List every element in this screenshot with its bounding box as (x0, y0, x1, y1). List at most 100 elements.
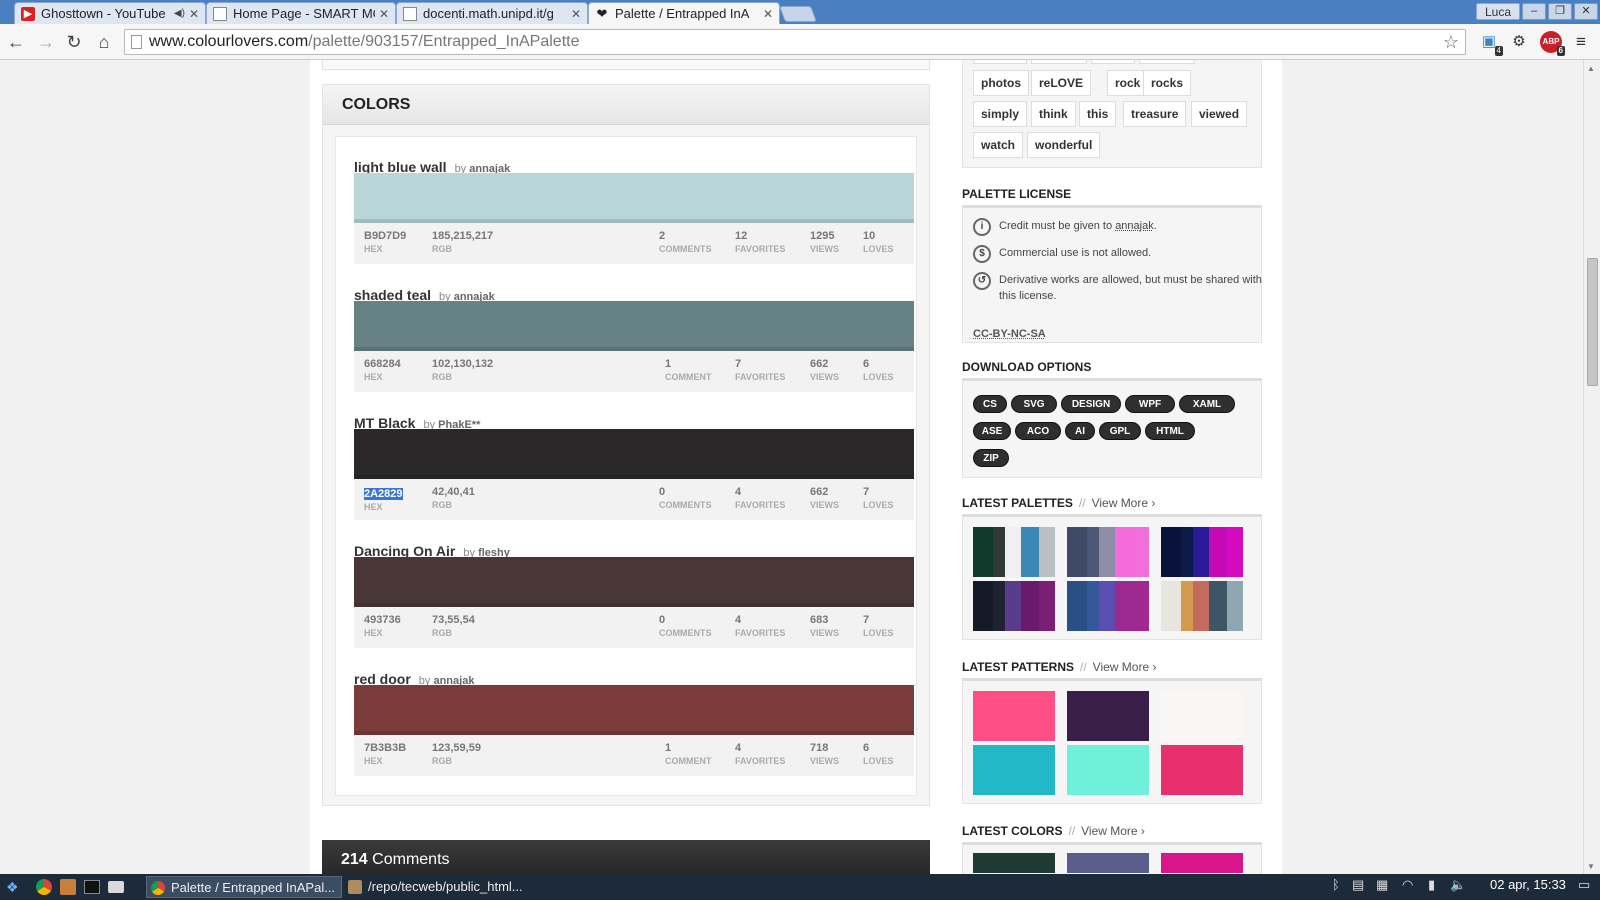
download-cs-button[interactable]: CS (973, 395, 1007, 413)
volume-icon[interactable]: 🔈 (1450, 877, 1466, 893)
sd-card-icon[interactable]: ▦ (1376, 877, 1388, 893)
battery-icon[interactable]: ▮ (1428, 877, 1435, 893)
hex-value[interactable]: 7B3B3B (364, 742, 406, 754)
tab-palette[interactable]: ❤ Palette / Entrapped InA ✕ (588, 2, 780, 24)
download-gpl-button[interactable]: GPL (1099, 422, 1141, 440)
download-ai-button[interactable]: AI (1065, 422, 1095, 440)
color-swatch[interactable] (354, 557, 914, 607)
address-bar[interactable]: www.colourlovers.com/palette/903157/Entr… (124, 29, 1466, 55)
color-swatch[interactable] (354, 173, 914, 223)
extension-icon[interactable]: ▣ 4 (1478, 31, 1503, 56)
download-xaml-button[interactable]: XAML (1179, 395, 1235, 413)
latest-palettes-view-more[interactable]: View More › (1092, 496, 1156, 510)
tag-partial[interactable] (973, 60, 1027, 64)
tag-this[interactable]: this (1079, 101, 1117, 127)
profile-button[interactable]: Luca (1476, 3, 1521, 20)
show-desktop-icon[interactable]: ▭ (1578, 877, 1590, 893)
tab-smart-mo[interactable]: Home Page - SMART MO ✕ (206, 2, 396, 24)
hex-value[interactable]: 493736 (364, 614, 401, 626)
tab-docenti[interactable]: docenti.math.unipd.it/g ✕ (396, 2, 588, 24)
close-window-button[interactable]: ✕ (1574, 3, 1598, 20)
scroll-up-icon[interactable]: ▲ (1587, 64, 1595, 73)
color-swatch[interactable] (354, 685, 914, 735)
bluetooth-icon[interactable]: ᛒ (1332, 877, 1340, 892)
tag-watch[interactable]: watch (973, 132, 1024, 158)
clock[interactable]: 02 apr, 15:33 (1490, 877, 1566, 892)
palette-thumb[interactable] (1161, 527, 1243, 577)
taskbar-chrome-window[interactable]: Palette / Entrapped InAPal... (146, 876, 342, 898)
download-zip-button[interactable]: ZIP (973, 449, 1009, 467)
pattern-thumb[interactable] (1161, 691, 1243, 741)
tag-partial[interactable] (1091, 60, 1135, 64)
tag-treasure[interactable]: treasure (1123, 101, 1187, 127)
scroll-down-icon[interactable]: ▼ (1587, 862, 1595, 871)
bookmark-star-icon[interactable]: ☆ (1443, 30, 1459, 54)
start-menu-icon[interactable]: ❖ (6, 877, 24, 897)
pattern-thumb[interactable] (1067, 691, 1149, 741)
palette-thumb[interactable] (1161, 581, 1243, 631)
latest-patterns-view-more[interactable]: View More › (1093, 660, 1157, 674)
close-icon[interactable]: ✕ (189, 7, 199, 21)
taskbar-editor-window[interactable]: /repo/tecweb/public_html... (344, 876, 544, 898)
gear-icon[interactable]: ⚙ (1508, 31, 1530, 53)
new-tab-button[interactable] (779, 6, 817, 22)
download-html-button[interactable]: HTML (1145, 422, 1195, 440)
color-swatch[interactable] (354, 301, 914, 351)
home-icon[interactable]: ⌂ (92, 30, 116, 54)
tag-viewed[interactable]: viewed (1191, 101, 1248, 127)
color-swatch[interactable] (354, 429, 914, 479)
tag-relove[interactable]: reLOVE (1031, 70, 1092, 96)
latest-colors-view-more[interactable]: View More › (1081, 824, 1145, 838)
color-thumb[interactable] (1067, 853, 1149, 873)
color-thumb[interactable] (973, 853, 1055, 873)
chrome-launcher-icon[interactable] (36, 877, 54, 897)
tag-simply[interactable]: simply (973, 101, 1028, 127)
tab-youtube[interactable]: ▶ Ghosttown - YouTube ◀) ✕ (14, 2, 206, 24)
tag-partial[interactable] (1139, 60, 1195, 64)
scrollbar-thumb[interactable] (1587, 258, 1598, 386)
page-scrollbar[interactable]: ▲ ▼ (1583, 60, 1600, 874)
hex-value[interactable]: 2A2829 (364, 488, 403, 500)
close-icon[interactable]: ✕ (763, 7, 773, 21)
tag-think[interactable]: think (1031, 101, 1076, 127)
hex-value[interactable]: B9D7D9 (364, 230, 406, 242)
tag-partial[interactable] (1031, 60, 1087, 64)
tag-wonderful[interactable]: wonderful (1027, 132, 1101, 158)
download-ase-button[interactable]: ASE (973, 422, 1011, 440)
pattern-thumb[interactable] (973, 691, 1055, 741)
stat-views-count: 662 VIEWS (810, 358, 839, 382)
hex-value[interactable]: 668284 (364, 358, 401, 370)
stat-label: FAVORITES (735, 500, 786, 510)
palette-thumb[interactable] (1067, 581, 1149, 631)
terminal-launcher-icon[interactable] (84, 877, 102, 897)
close-icon[interactable]: ✕ (571, 7, 581, 21)
palette-thumb[interactable] (1067, 527, 1149, 577)
wifi-icon[interactable]: ◠ (1402, 877, 1413, 893)
menu-icon[interactable]: ≡ (1570, 31, 1592, 53)
restore-button[interactable]: ❐ (1548, 3, 1572, 20)
close-icon[interactable]: ✕ (379, 7, 389, 21)
download-aco-button[interactable]: ACO (1015, 422, 1061, 440)
back-icon[interactable]: ← (4, 30, 28, 54)
palette-thumb[interactable] (973, 581, 1055, 631)
pattern-thumb[interactable] (973, 745, 1055, 795)
tag-rocks[interactable]: rocks (1143, 70, 1192, 96)
pattern-thumb[interactable] (1161, 745, 1243, 795)
files-launcher-icon[interactable] (60, 877, 78, 897)
tag-photos[interactable]: photos (973, 70, 1029, 96)
folder-launcher-icon[interactable] (108, 877, 126, 897)
forward-icon[interactable]: → (34, 30, 58, 54)
palette-thumb[interactable] (973, 527, 1055, 577)
minimize-button[interactable]: – (1522, 3, 1546, 20)
adblock-icon[interactable]: ABP 6 (1540, 31, 1565, 56)
download-wpf-button[interactable]: WPF (1125, 395, 1175, 413)
reload-icon[interactable]: ↻ (62, 30, 86, 54)
download-design-button[interactable]: DESIGN (1061, 395, 1121, 413)
download-svg-button[interactable]: SVG (1011, 395, 1057, 413)
license-code-link[interactable]: CC-BY-NC-SA (973, 328, 1046, 340)
pattern-thumb[interactable] (1067, 745, 1149, 795)
sharealike-icon: ↺ (973, 272, 991, 290)
clipboard-icon[interactable]: ▤ (1352, 877, 1364, 893)
color-thumb[interactable] (1161, 853, 1243, 873)
credit-author-link[interactable]: annajak (1115, 220, 1154, 232)
